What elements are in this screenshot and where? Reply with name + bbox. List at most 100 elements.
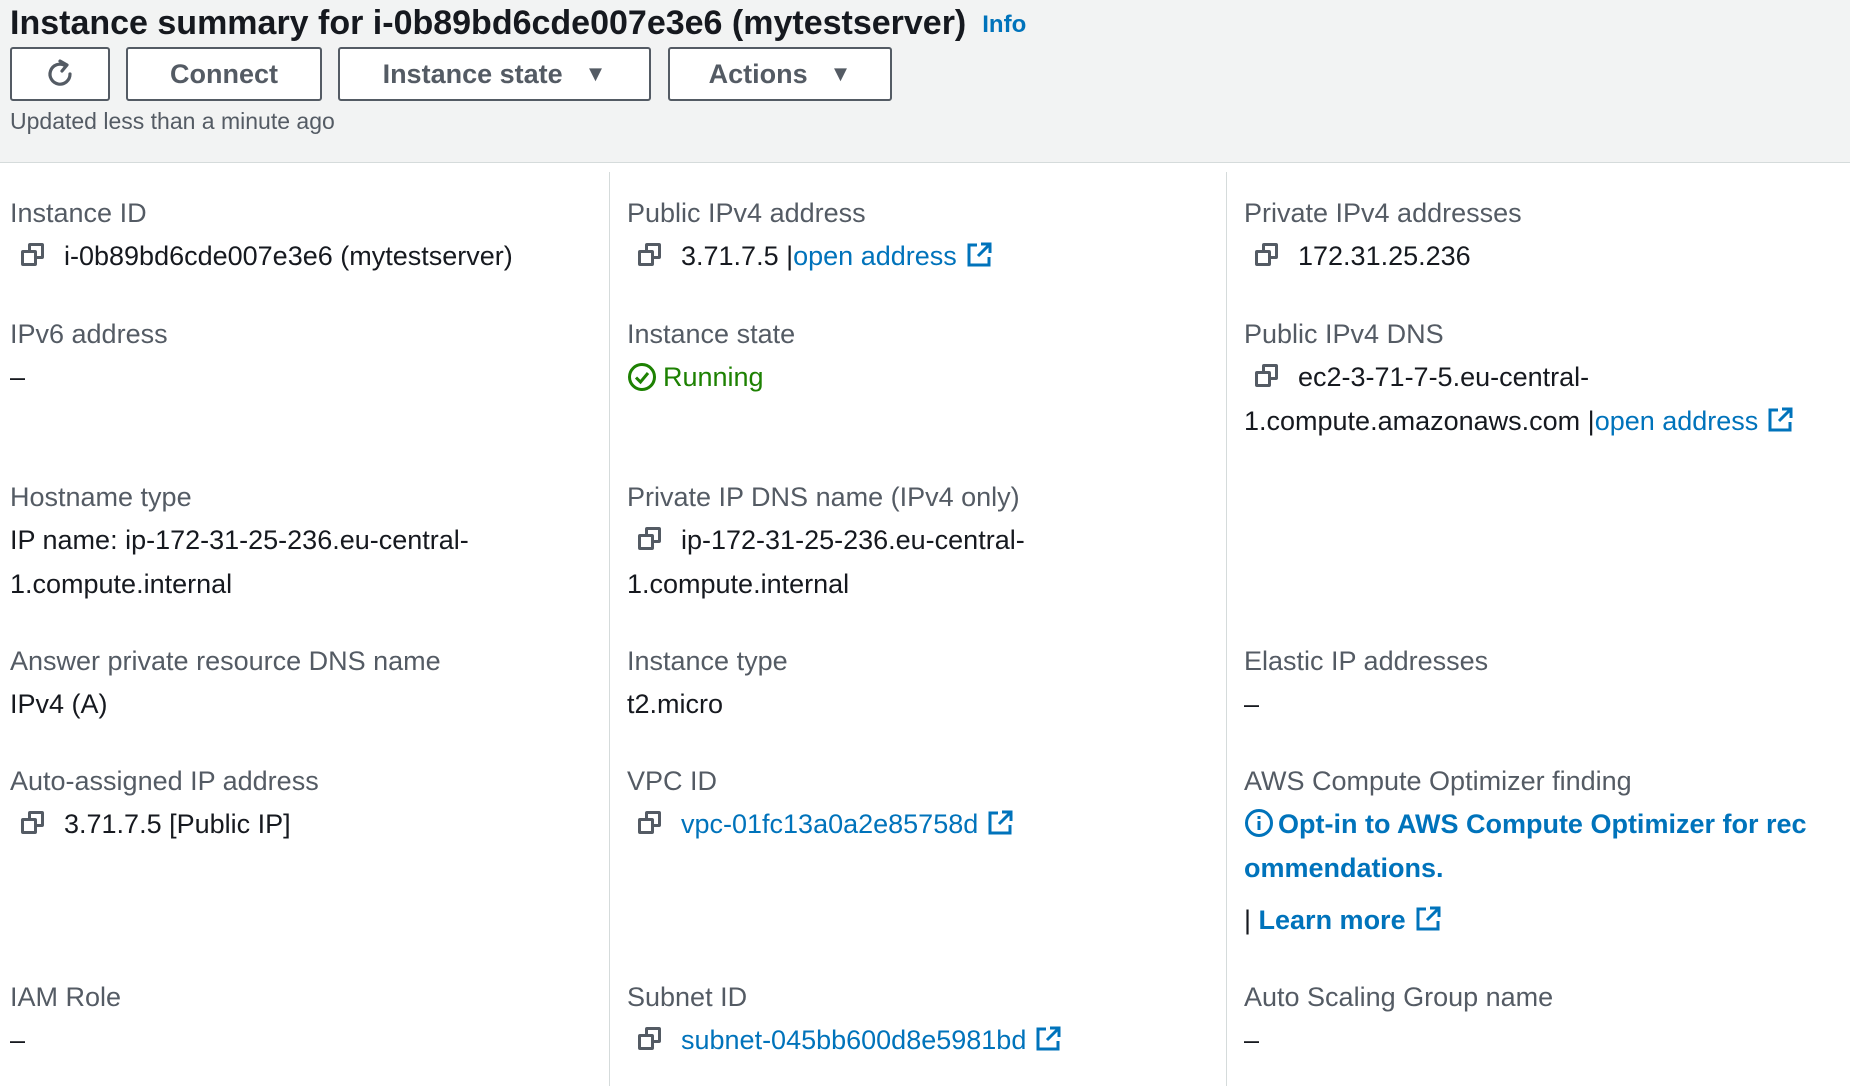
instance-type-value: t2.micro [627,689,724,719]
instance-state-button-label: Instance state [382,58,563,89]
copy-icon[interactable] [637,242,663,268]
asg-name-label: Auto Scaling Group name [1244,982,1554,1012]
copy-icon[interactable] [637,1026,663,1052]
instance-id-field: Instance ID i-0b89bd6cde007e3e6 (mytests… [10,192,600,278]
optimizer-optin-link-line2[interactable]: ommendations. [1244,846,1834,890]
separator: | [1244,905,1252,935]
copy-icon[interactable] [637,810,663,836]
ipv6-label: IPv6 address [10,319,168,349]
public-ipv4-value-row: 3.71.7.5 |open address [627,234,1217,278]
subnet-id-value-row: subnet-045bb600d8e5981bd [627,1018,1217,1062]
learn-more-link[interactable]: Learn more [1259,905,1406,935]
column-divider [609,172,610,1086]
auto-ip-value-row: 3.71.7.5 [Public IP] [10,802,600,846]
auto-ip-value: 3.71.7.5 [Public IP] [64,809,291,839]
public-dns-field: Public IPv4 DNS ec2-3-71-7-5.eu-central-… [1244,313,1834,443]
refresh-icon [48,59,72,86]
instance-type-label: Instance type [627,646,788,676]
instance-state-button[interactable]: Instance state ▼ [338,47,651,101]
learn-more-row: | Learn more [1244,898,1834,942]
instance-state-field: Instance state Running [627,313,1217,399]
external-link-icon[interactable] [1034,1025,1062,1053]
hostname-type-value-line2: 1.compute.internal [10,569,233,599]
subnet-id-field: Subnet ID subnet-045bb600d8e5981bd [627,976,1217,1062]
vpc-id-value-row: vpc-01fc13a0a2e85758d [627,802,1217,846]
external-link-icon[interactable] [1766,406,1794,434]
answer-dns-value: IPv4 (A) [10,689,108,719]
instance-type-field: Instance type t2.micro [627,640,1217,726]
elastic-ip-label: Elastic IP addresses [1244,646,1489,676]
optimizer-value-row: Opt-in to AWS Compute Optimizer for rec [1244,802,1834,846]
instance-state-label: Instance state [627,319,796,349]
iam-role-value: – [10,1025,26,1055]
external-link-icon[interactable] [965,241,993,269]
vpc-id-label: VPC ID [627,766,718,796]
asg-name-value: – [1244,1025,1260,1055]
refresh-button[interactable] [10,47,110,101]
public-ipv4-label: Public IPv4 address [627,198,866,228]
caret-down-icon: ▼ [584,61,607,86]
private-dns-value-line2: 1.compute.internal [627,569,850,599]
page-title-text: Instance summary for i-0b89bd6cde007e3e6… [10,4,967,42]
open-address-link[interactable]: open address [793,241,957,271]
auto-ip-field: Auto-assigned IP address 3.71.7.5 [Publi… [10,760,600,846]
public-dns-value-row: ec2-3-71-7-5.eu-central- [1244,355,1834,399]
public-ipv4-field: Public IPv4 address 3.71.7.5 |open addre… [627,192,1217,278]
optimizer-optin-link[interactable]: Opt-in to AWS Compute Optimizer for rec [1278,809,1807,839]
private-dns-value-line1: ip-172-31-25-236.eu-central- [681,525,1025,555]
hostname-type-value-line1: IP name: ip-172-31-25-236.eu-central- [10,525,469,555]
elastic-ip-field: Elastic IP addresses – [1244,640,1834,726]
public-dns-label: Public IPv4 DNS [1244,319,1444,349]
external-link-icon[interactable] [1414,905,1442,933]
instance-state-value-row: Running [627,355,1217,399]
column-divider [1226,172,1227,1086]
subnet-id-label: Subnet ID [627,982,748,1012]
private-ipv4-value: 172.31.25.236 [1298,241,1471,271]
connect-button[interactable]: Connect [126,47,322,101]
copy-icon[interactable] [20,242,46,268]
hostname-type-field: Hostname type IP name: ip-172-31-25-236.… [10,476,600,606]
private-ipv4-value-row: 172.31.25.236 [1244,234,1834,278]
public-ipv4-value: 3.71.7.5 [681,241,779,271]
instance-id-label: Instance ID [10,198,147,228]
open-address-link[interactable]: open address [1595,406,1759,436]
external-link-icon[interactable] [986,809,1014,837]
page-header: Instance summary for i-0b89bd6cde007e3e6… [0,0,1850,163]
answer-dns-field: Answer private resource DNS name IPv4 (A… [10,640,600,726]
answer-dns-label: Answer private resource DNS name [10,646,441,676]
optimizer-label: AWS Compute Optimizer finding [1244,766,1632,796]
private-dns-value-row: ip-172-31-25-236.eu-central- [627,518,1217,562]
private-ipv4-field: Private IPv4 addresses 172.31.25.236 [1244,192,1834,278]
actions-button-label: Actions [708,58,808,89]
instance-id-value-row: i-0b89bd6cde007e3e6 (mytestserver) [10,234,600,278]
updated-timestamp: Updated less than a minute ago [10,108,335,134]
asg-name-field: Auto Scaling Group name – [1244,976,1834,1062]
success-check-icon [628,363,656,391]
subnet-id-link[interactable]: subnet-045bb600d8e5981bd [681,1025,1026,1055]
public-dns-value-line2: 1.compute.amazonaws.com [1244,406,1581,436]
ipv6-field: IPv6 address – [10,313,600,399]
connect-button-label: Connect [170,58,278,89]
actions-button[interactable]: Actions ▼ [668,47,892,101]
auto-ip-label: Auto-assigned IP address [10,766,319,796]
iam-role-field: IAM Role – [10,976,600,1062]
private-dns-label: Private IP DNS name (IPv4 only) [627,482,1020,512]
caret-down-icon: ▼ [829,61,852,86]
copy-icon[interactable] [1254,242,1280,268]
vpc-id-field: VPC ID vpc-01fc13a0a2e85758d [627,760,1217,846]
info-icon [1245,809,1273,837]
iam-role-label: IAM Role [10,982,122,1012]
copy-icon[interactable] [1254,363,1280,389]
instance-state-value: Running [663,362,764,392]
info-link[interactable]: Info [982,11,1026,38]
copy-icon[interactable] [20,810,46,836]
optimizer-field: AWS Compute Optimizer finding Opt-in to … [1244,760,1834,942]
page-title: Instance summary for i-0b89bd6cde007e3e6… [10,2,1026,46]
elastic-ip-value: – [1244,689,1260,719]
public-dns-value-row2: 1.compute.amazonaws.com |open address [1244,399,1834,443]
vpc-id-link[interactable]: vpc-01fc13a0a2e85758d [681,809,978,839]
copy-icon[interactable] [637,526,663,552]
private-dns-field: Private IP DNS name (IPv4 only) ip-172-3… [627,476,1217,606]
public-dns-value-line1: ec2-3-71-7-5.eu-central- [1298,362,1590,392]
ipv6-value: – [10,362,26,392]
